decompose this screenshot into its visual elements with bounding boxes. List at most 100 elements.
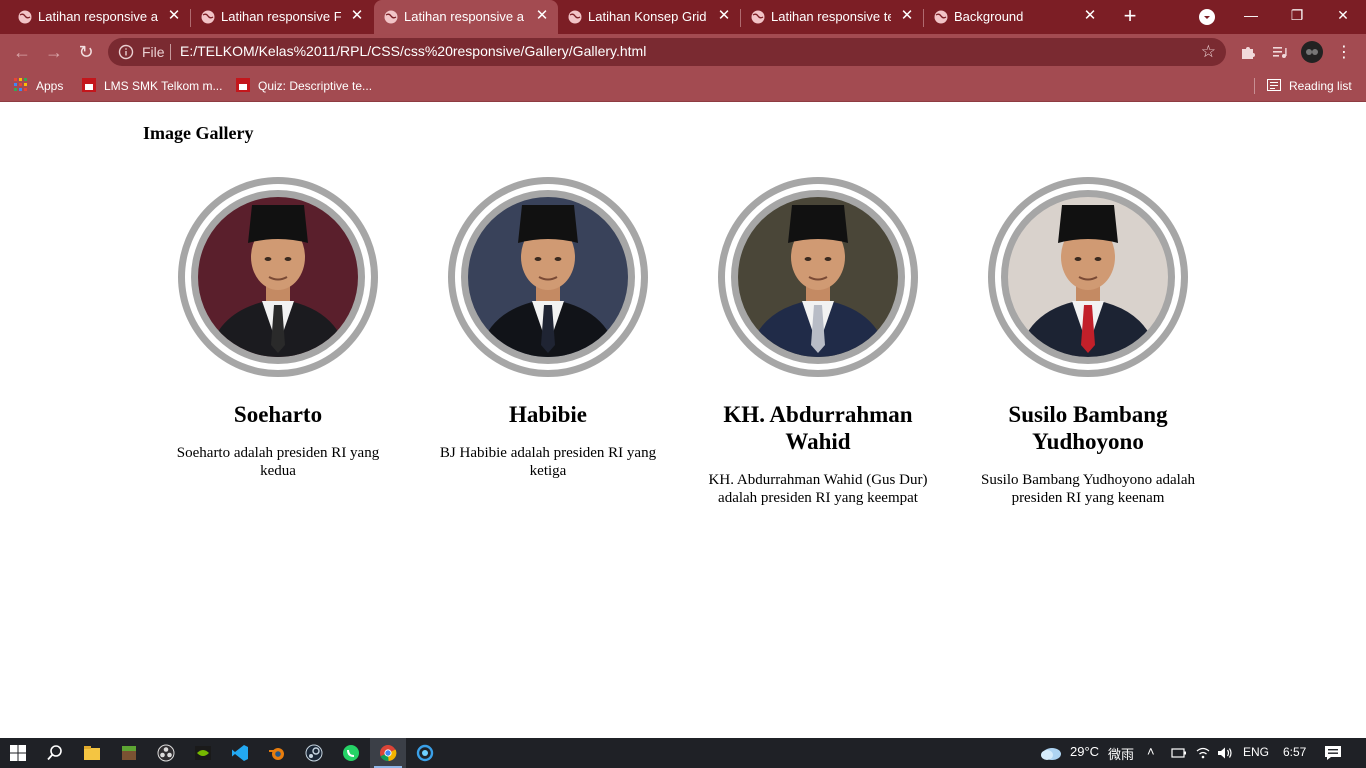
browser-tab-active[interactable]: Latihan responsive artikel ✕ (374, 0, 558, 34)
taskbar-steam[interactable] (296, 738, 332, 768)
taskbar-obs[interactable] (148, 738, 184, 768)
search-icon (47, 745, 62, 761)
notifications-icon[interactable] (1324, 745, 1342, 761)
blender-icon (269, 748, 284, 760)
bookmark-lms-label: LMS SMK Telkom m... (104, 79, 223, 93)
folder-icon (84, 746, 100, 760)
language-indicator[interactable]: ENG (1243, 745, 1269, 759)
profile-avatar[interactable] (1301, 41, 1323, 63)
portrait-photo (738, 197, 898, 357)
back-arrow-icon[interactable]: ← (12, 42, 32, 62)
start-button[interactable] (0, 738, 36, 768)
bookmark-apps-label: Apps (36, 79, 64, 93)
reload-icon[interactable]: ↻ (76, 42, 96, 62)
bookmark-quiz[interactable]: Quiz: Descriptive te... (236, 76, 372, 96)
person-name: KH. Abdurrahman Wahid (723, 402, 913, 454)
weather-temperature[interactable]: 29°C (1070, 744, 1099, 759)
quiz-favicon-icon (236, 78, 250, 92)
address-bar[interactable]: File E:/TELKOM/Kelas%2011/RPL/CSS/css%20… (108, 38, 1226, 66)
app-swirl-icon (416, 744, 434, 762)
battery-icon[interactable] (1171, 747, 1187, 759)
taskbar-chrome[interactable] (370, 738, 406, 768)
web-page: Image Gallery Soeharto Soeharto adalah p… (0, 103, 1366, 738)
taskbar-nvidia[interactable] (185, 738, 221, 768)
taskbar-whatsapp[interactable] (333, 738, 369, 768)
page-title: Image Gallery (143, 123, 254, 143)
bookmarks-bar: Apps LMS SMK Telkom m... Quiz: Descripti… (0, 70, 1366, 102)
portrait-photo (1008, 197, 1168, 357)
tab-search-icon[interactable] (1199, 9, 1215, 25)
close-window-icon[interactable]: ✕ (1320, 0, 1366, 30)
browser-toolbar: ← → ↻ File E:/TELKOM/Kelas%2011/RPL/CSS/… (0, 34, 1366, 70)
globe-icon (934, 10, 948, 24)
portrait-frame (988, 177, 1188, 377)
close-tab-icon[interactable]: ✕ (716, 8, 732, 24)
person-description: KH. Abdurrahman Wahid (Gus Dur) adalah p… (708, 472, 928, 506)
close-tab-icon[interactable]: ✕ (1082, 8, 1098, 24)
person-name: Habibie (509, 402, 587, 427)
browser-tab-1[interactable]: Latihan responsive artikel ✕ (8, 0, 191, 34)
gallery-card: Habibie BJ Habibie adalah presiden RI ya… (413, 177, 683, 480)
minimize-icon[interactable]: — (1228, 0, 1274, 30)
taskbar-minecraft[interactable] (111, 738, 147, 768)
nvidia-icon (195, 746, 211, 760)
gallery-card: Susilo Bambang Yudhoyono Susilo Bambang … (953, 177, 1223, 507)
bookmark-lms[interactable]: LMS SMK Telkom m... (82, 76, 222, 96)
close-tab-icon[interactable]: ✕ (899, 8, 915, 24)
globe-icon (751, 10, 765, 24)
windows-taskbar: 29°C 微雨 ˄ ENG 6:57 (0, 738, 1366, 768)
chrome-icon (380, 745, 397, 762)
menu-dots-icon[interactable]: ⋮ (1336, 42, 1352, 62)
weather-cloud-icon (1041, 748, 1061, 760)
portrait-frame (448, 177, 648, 377)
obs-icon (157, 744, 175, 762)
person-description: Soeharto adalah presiden RI yang kedua (176, 445, 380, 479)
close-tab-icon[interactable]: ✕ (349, 8, 365, 24)
steam-icon (305, 744, 323, 762)
tab-label: Latihan responsive Form (221, 9, 341, 24)
taskbar-file-explorer[interactable] (74, 738, 110, 768)
apps-grid-icon (14, 78, 27, 91)
extensions-puzzle-icon[interactable] (1239, 43, 1257, 61)
browser-tab-2[interactable]: Latihan responsive Form ✕ (191, 0, 373, 34)
globe-icon (201, 10, 215, 24)
gallery-card: KH. Abdurrahman Wahid KH. Abdurrahman Wa… (683, 177, 953, 507)
close-tab-icon[interactable]: ✕ (534, 8, 550, 24)
bookmark-apps[interactable]: Apps (14, 76, 63, 96)
clock[interactable]: 6:57 (1283, 745, 1306, 759)
browser-tab-strip: Latihan responsive artikel ✕ Latihan res… (0, 0, 1366, 34)
tab-label: Latihan responsive artikel (38, 9, 158, 24)
bookmark-star-icon[interactable]: ☆ (1201, 42, 1216, 62)
wifi-icon[interactable] (1195, 746, 1211, 760)
close-tab-icon[interactable]: ✕ (166, 8, 182, 24)
portrait-photo (468, 197, 628, 357)
restore-icon[interactable]: ❐ (1274, 0, 1320, 30)
forward-arrow-icon[interactable]: → (44, 42, 64, 62)
weather-condition[interactable]: 微雨 (1108, 744, 1134, 763)
gallery-card: Soeharto Soeharto adalah presiden RI yan… (143, 177, 413, 480)
reading-list-button[interactable]: Reading list (1267, 76, 1352, 96)
lms-favicon-icon (82, 78, 96, 92)
media-control-icon[interactable] (1271, 43, 1289, 61)
person-description: BJ Habibie adalah presiden RI yang ketig… (439, 445, 657, 479)
taskbar-blender[interactable] (259, 738, 295, 768)
url-text[interactable]: E:/TELKOM/Kelas%2011/RPL/CSS/css%20respo… (180, 43, 646, 59)
whatsapp-icon (343, 745, 359, 761)
portrait-frame (178, 177, 378, 377)
globe-icon (568, 10, 582, 24)
scheme-label: File (142, 44, 165, 60)
tab-label: Latihan responsive tentang (771, 9, 891, 24)
portrait-photo (198, 197, 358, 357)
tab-label: Latihan responsive artikel (404, 9, 524, 24)
taskbar-app[interactable] (407, 738, 443, 768)
browser-tab-4[interactable]: Latihan Konsep Grid ✕ (558, 0, 741, 34)
portrait-frame (718, 177, 918, 377)
browser-tab-6[interactable]: Background ✕ (924, 0, 1106, 34)
chevron-up-icon[interactable]: ˄ (1147, 744, 1155, 759)
taskbar-vscode[interactable] (222, 738, 258, 768)
new-tab-button[interactable]: + (1118, 5, 1142, 29)
person-name: Susilo Bambang Yudhoyono (1008, 402, 1168, 454)
volume-icon[interactable] (1217, 746, 1233, 760)
browser-tab-5[interactable]: Latihan responsive tentang ✕ (741, 0, 924, 34)
taskbar-search[interactable] (37, 738, 73, 768)
